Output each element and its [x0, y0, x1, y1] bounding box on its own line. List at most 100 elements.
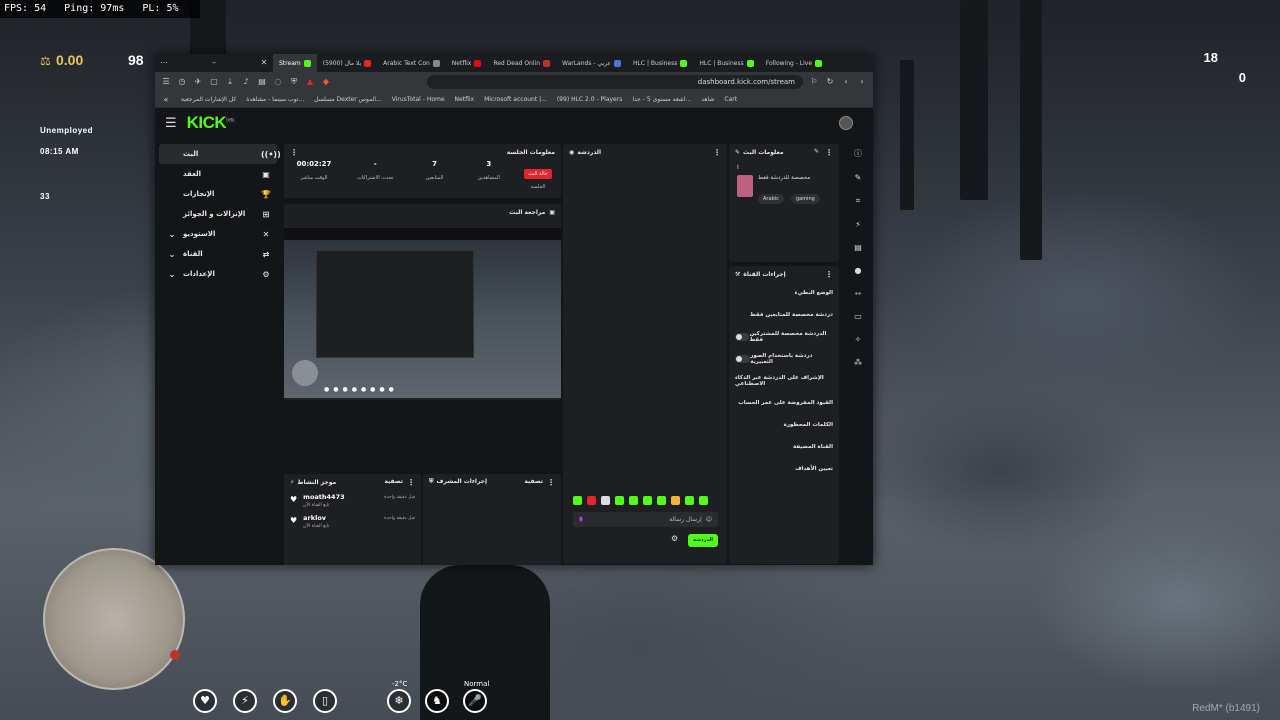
activity-username[interactable]: arklov: [303, 514, 329, 522]
address-bar[interactable]: dashboard.kick.com/stream: [427, 75, 803, 89]
hamburger-icon[interactable]: ☰: [165, 116, 177, 131]
shield-icon[interactable]: ⛨: [289, 77, 299, 87]
bookmark-item[interactable]: توب سينما - مشاهدة...: [246, 96, 304, 103]
browser-tab[interactable]: بلا مال (5900): [317, 54, 377, 72]
emote-icon[interactable]: [685, 496, 694, 505]
chat-send-button[interactable]: الدردشة: [688, 534, 718, 547]
more-options-icon[interactable]: ⋮: [713, 148, 721, 157]
close-tab-icon[interactable]: ✕: [259, 58, 269, 68]
back-icon[interactable]: ‹: [841, 77, 851, 87]
filter-label[interactable]: تصفية: [384, 478, 403, 487]
code-icon[interactable]: ⇿: [851, 289, 865, 298]
music-icon[interactable]: ♪: [241, 77, 251, 87]
share-icon[interactable]: ⁂: [851, 358, 865, 367]
bookmark-item[interactable]: VirusTotal - Home: [392, 96, 445, 103]
bookmark-icon[interactable]: ⚐: [809, 77, 819, 87]
crop-icon[interactable]: ⌗: [851, 196, 865, 206]
window-menu-icon[interactable]: ⋯: [159, 58, 169, 68]
sidebar-item[interactable]: ⌄ الإعدادات ⚙: [159, 264, 277, 284]
bookmark-item[interactable]: Microsoft account |...: [484, 96, 547, 103]
browser-tab[interactable]: WarLands - عربي: [556, 54, 627, 72]
emote-icon[interactable]: [615, 496, 624, 505]
info-icon[interactable]: ⓘ: [851, 148, 865, 159]
channel-action-item[interactable]: الدردشة مخصصة للمشتركين فقط: [729, 326, 839, 348]
pencil-icon[interactable]: ✎: [814, 148, 819, 157]
money-icon: ⚖: [40, 54, 51, 68]
emote-icon[interactable]: [629, 496, 638, 505]
channel-action-item[interactable]: الكلمات المحظورة: [729, 414, 839, 436]
forward-icon[interactable]: ›: [857, 77, 867, 87]
download-icon[interactable]: ⤓: [225, 77, 235, 87]
tab-label: HLC | Business: [699, 59, 744, 67]
chat-input[interactable]: ⬮ إرسال رسالة ☺: [573, 512, 718, 527]
channel-action-item[interactable]: الوضع البطيء: [729, 282, 839, 304]
filter-label[interactable]: تصفية: [524, 478, 543, 487]
minus-icon[interactable]: ▭: [851, 312, 865, 321]
emote-icon[interactable]: [587, 496, 596, 505]
emote-icon[interactable]: [671, 496, 680, 505]
toggle-switch[interactable]: [735, 355, 751, 363]
toggle-switch[interactable]: [735, 333, 750, 341]
browser-tab[interactable]: Arabic Text Con: [377, 54, 446, 72]
bookmark-item[interactable]: Netflix: [455, 96, 475, 103]
clipboard-icon[interactable]: ▤: [851, 243, 865, 252]
channel-action-item[interactable]: دردشة مخصصة للمتابعين فقط: [729, 304, 839, 326]
bookmark-item[interactable]: Cart: [724, 96, 737, 103]
kick-logo[interactable]: KICKbeta: [187, 113, 235, 133]
more-options-icon[interactable]: ⋮: [407, 478, 415, 487]
emote-icon[interactable]: [573, 496, 582, 505]
browser-tab[interactable]: Red Dead Onlin: [487, 54, 556, 72]
bookmark-item[interactable]: اشعه مستوى 5 - جدا...: [632, 96, 691, 103]
bookmark-item[interactable]: شاهد: [701, 96, 714, 103]
minimize-icon[interactable]: –: [209, 58, 219, 68]
more-options-icon[interactable]: ⋮: [547, 478, 555, 487]
channel-action-item[interactable]: القيود المفروضة على عمر الحساب: [729, 392, 839, 414]
sidebar-item[interactable]: البث ((•)): [159, 144, 281, 164]
more-options-icon[interactable]: ⋮: [290, 148, 298, 157]
wallet-icon[interactable]: ▤: [257, 77, 267, 87]
sidebar-item-icon: ⇄: [262, 249, 270, 259]
sidebar-item[interactable]: ⌄ الاستوديو ✕: [159, 224, 277, 244]
browser-tab[interactable]: Netflix: [446, 54, 488, 72]
menu-icon[interactable]: ☰: [161, 77, 171, 87]
bookmark-item[interactable]: مسلسل Dexter الموس...: [314, 96, 382, 103]
channel-action-item[interactable]: دردشة باستخدام الصور التعبيرية: [729, 348, 839, 370]
chat-icon[interactable]: ●: [851, 266, 865, 275]
channel-action-item[interactable]: الإشراف على الدردشة عبر الذكاء الاصطناعي: [729, 370, 839, 392]
wrench-icon[interactable]: ✧: [851, 335, 865, 344]
brave-icon[interactable]: ◆: [321, 77, 331, 87]
sidebar-item[interactable]: الإنزالات و الجوائز ⊞: [159, 204, 277, 224]
browser-tab[interactable]: Stream: [273, 54, 317, 72]
edit-icon[interactable]: ✎: [851, 173, 865, 182]
emote-icon[interactable]: [643, 496, 652, 505]
browser-tab[interactable]: HLC | Business: [693, 54, 759, 72]
chat-bubble-icon[interactable]: ◌: [273, 77, 283, 87]
channel-action-item[interactable]: تعيين الأهداف: [729, 458, 839, 480]
sidebar-item[interactable]: العقد ▣: [159, 164, 277, 184]
extension-icon[interactable]: ✈: [193, 77, 203, 87]
bookmarks-overflow-icon[interactable]: «: [161, 95, 171, 105]
emote-icon[interactable]: [657, 496, 666, 505]
stream-preview[interactable]: ●●●●●●●●: [284, 228, 561, 398]
lightning-icon[interactable]: ⚡: [851, 220, 865, 229]
browser-tab[interactable]: Following - Live: [760, 54, 828, 72]
activity-username[interactable]: moath4473: [303, 493, 344, 501]
channel-action-item[interactable]: القناة المضيفة: [729, 436, 839, 458]
sidebar-item[interactable]: الإنجازات 🏆: [159, 184, 277, 204]
bookmark-item[interactable]: (99) HLC 2.0 - Players: [557, 96, 623, 103]
alert-icon[interactable]: ▲: [305, 77, 315, 87]
history-icon[interactable]: ◷: [177, 77, 187, 87]
gear-icon[interactable]: ⚙: [671, 534, 678, 543]
emoji-icon[interactable]: ☺: [706, 516, 712, 523]
sidebar-item[interactable]: ⌄ القناة ⇄: [159, 244, 277, 264]
avatar[interactable]: [839, 116, 853, 130]
bookmark-item[interactable]: كل الإشارات المرجعية: [181, 96, 236, 103]
more-options-icon[interactable]: ⋮: [825, 148, 833, 157]
screenshot-icon[interactable]: ▢: [209, 77, 219, 87]
emote-icon[interactable]: [699, 496, 708, 505]
reload-icon[interactable]: ↻: [825, 77, 835, 87]
browser-tab[interactable]: HLC | Business: [627, 54, 693, 72]
emote-icon[interactable]: [601, 496, 610, 505]
channel-action-label: الكلمات المحظورة: [783, 422, 833, 428]
more-options-icon[interactable]: ⋮: [825, 270, 833, 279]
